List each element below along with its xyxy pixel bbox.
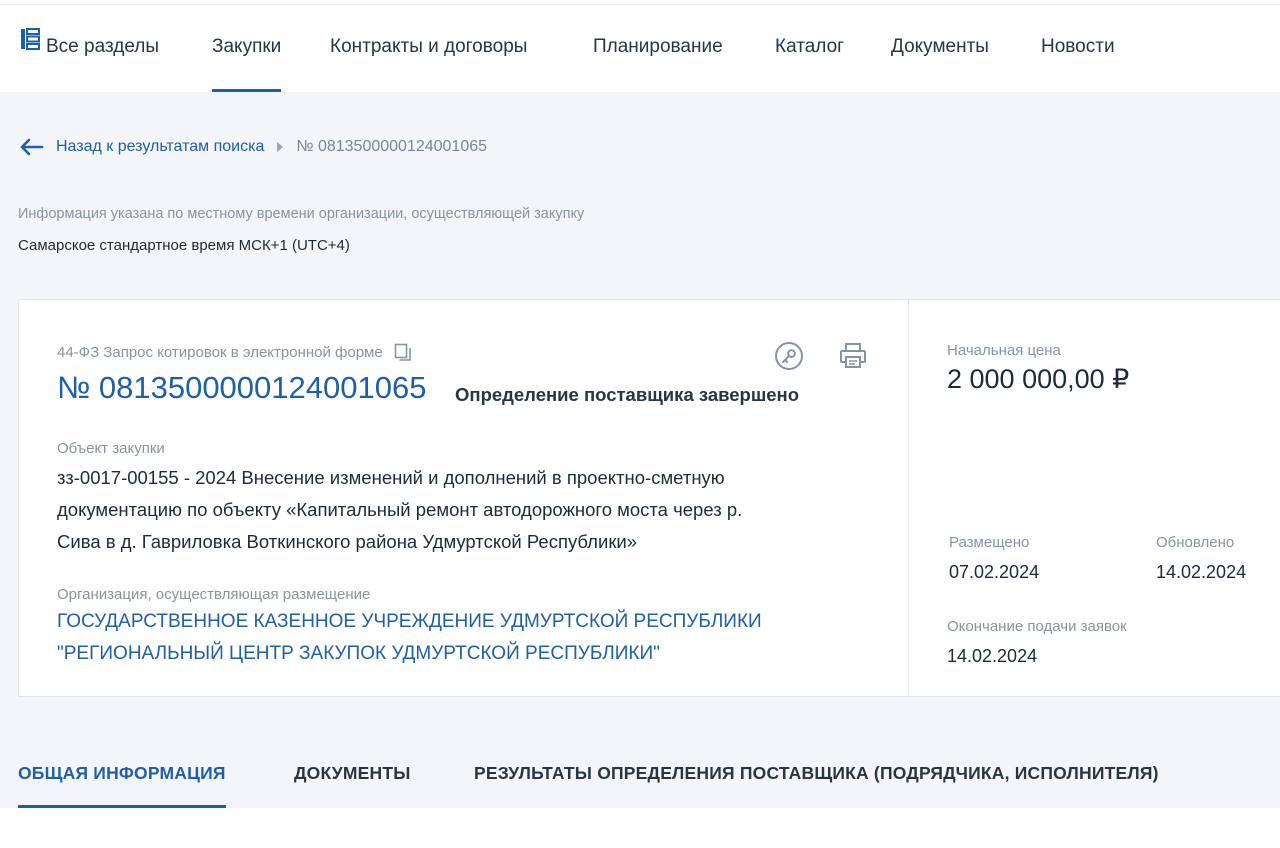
deadline-date: 14.02.2024 (947, 646, 1038, 666)
breadcrumb-current: № 0813500000124001065 (296, 138, 488, 155)
updated-date: 14.02.2024 (1156, 562, 1247, 582)
organization-line: ГОСУДАРСТВЕННОЕ КАЗЕННОЕ УЧРЕЖДЕНИЕ УДМУ… (57, 611, 762, 632)
nav-item-news[interactable]: Новости (1041, 5, 1115, 93)
tab-supplier-results[interactable]: РЕЗУЛЬТАТЫ ОПРЕДЕЛЕНИЯ ПОСТАВЩИКА (ПОДРЯ… (474, 740, 1159, 808)
timezone-note: Информация указана по местному времени о… (18, 206, 585, 222)
purchase-card: 44-ФЗ Запрос котировок в электронной фор… (18, 299, 1280, 697)
organization-line: "РЕГИОНАЛЬНЫЙ ЦЕНТР ЗАКУПОК УДМУРТСКОЙ Р… (57, 643, 660, 664)
purchase-object: зз-0017-00155 - 2024 Внесение изменений … (57, 462, 877, 558)
nav-item-catalog[interactable]: Каталог (775, 5, 844, 93)
purchase-object-line: документацию по объекту «Капитальный рем… (57, 499, 743, 520)
chevron-right-icon (277, 142, 284, 152)
copy-icon[interactable] (393, 342, 413, 362)
section-tabs: ОБЩАЯ ИНФОРМАЦИЯ ДОКУМЕНТЫ РЕЗУЛЬТАТЫ ОП… (0, 740, 1280, 808)
timezone-value: Самарское стандартное время МСК+1 (UTC+4… (18, 237, 350, 254)
initial-price: 2 000 000,00 ₽ (947, 364, 1130, 394)
law-type: 44-ФЗ Запрос котировок в электронной фор… (57, 342, 413, 362)
nav-item-planning[interactable]: Планирование (593, 5, 723, 93)
purchase-object-line: зз-0017-00155 - 2024 Внесение изменений … (57, 467, 725, 488)
object-label: Объект закупки (57, 440, 165, 457)
tab-documents[interactable]: ДОКУМЕНТЫ (294, 740, 411, 808)
breadcrumb: Назад к результатам поиска № 08135000001… (18, 136, 487, 158)
printer-icon[interactable] (837, 340, 869, 372)
deadline-label: Окончание подачи заявок (947, 618, 1127, 635)
posted-label: Размещено (949, 534, 1030, 551)
card-divider (908, 300, 909, 696)
organization-link[interactable]: ГОСУДАРСТВЕННОЕ КАЗЕННОЕ УЧРЕЖДЕНИЕ УДМУ… (57, 606, 897, 670)
nav-all-sections[interactable]: Все разделы (20, 5, 159, 93)
nav-item-documents[interactable]: Документы (891, 5, 989, 93)
back-to-results-link[interactable]: Назад к результатам поиска (56, 138, 264, 156)
organization-label: Организация, осуществляющая размещение (57, 586, 371, 603)
purchase-status: Определение поставщика завершено (455, 384, 800, 405)
tab-general-info[interactable]: ОБЩАЯ ИНФОРМАЦИЯ (18, 740, 226, 808)
updated-label: Обновлено (1156, 534, 1235, 551)
nav-item-contracts[interactable]: Контракты и договоры (330, 5, 527, 93)
posted-date: 07.02.2024 (949, 562, 1040, 582)
price-label: Начальная цена (947, 342, 1061, 359)
top-navigation: Все разделы Закупки Контракты и договоры… (0, 4, 1280, 93)
nav-item-purchases[interactable]: Закупки (212, 5, 282, 93)
purchase-object-line: Сива в д. Гавриловка Воткинского района … (57, 531, 638, 552)
key-icon[interactable] (773, 340, 805, 372)
nav-all-sections-label: Все разделы (46, 36, 159, 57)
arrow-left-icon[interactable] (18, 137, 44, 157)
purchase-number-link[interactable]: № 0813500000124001065 (57, 370, 426, 406)
law-type-label: 44-ФЗ Запрос котировок в электронной фор… (57, 343, 383, 361)
sections-grid-icon (20, 3, 40, 87)
